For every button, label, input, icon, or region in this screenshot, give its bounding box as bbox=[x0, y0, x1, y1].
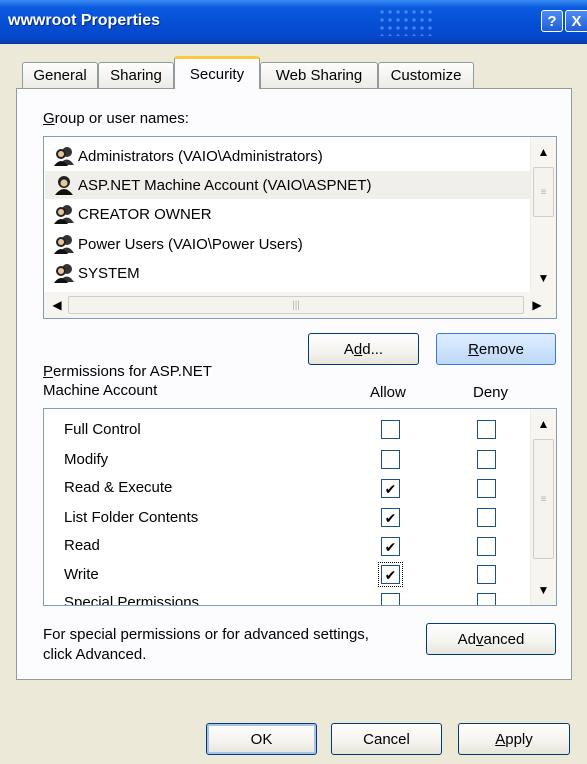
scroll-thumb[interactable]: ≡ bbox=[533, 439, 554, 559]
help-button[interactable]: ? bbox=[541, 10, 563, 32]
perm-label-read: Read bbox=[64, 537, 100, 554]
user-name: SYSTEM bbox=[78, 264, 140, 282]
check-icon: ✔ bbox=[384, 480, 397, 497]
check-icon: ✔ bbox=[384, 566, 397, 583]
permissions-vertical-scrollbar[interactable]: ▲ ≡ ▼ bbox=[530, 409, 556, 605]
user-row-creator-owner[interactable]: CREATOR OWNER bbox=[45, 200, 530, 228]
deny-checkbox-read[interactable] bbox=[477, 537, 496, 556]
advanced-note-line2: click Advanced. bbox=[43, 646, 147, 663]
allow-checkbox-modify[interactable] bbox=[381, 450, 400, 469]
users-horizontal-scrollbar[interactable]: ◀ ||| ▶ bbox=[44, 292, 556, 318]
group-icon bbox=[54, 235, 74, 254]
group-icon bbox=[54, 205, 74, 224]
add-button[interactable]: Ad d... bbox=[308, 333, 419, 365]
cancel-button[interactable]: Cancel bbox=[331, 723, 442, 755]
perm-label-write: Write bbox=[64, 566, 99, 583]
advanced-button[interactable]: Ad v anced bbox=[426, 623, 556, 655]
scroll-thumb[interactable]: ≡ bbox=[533, 167, 554, 217]
perm-label-special-permissions: Special Permissions bbox=[64, 594, 200, 605]
ok-button[interactable]: OK bbox=[206, 723, 317, 755]
allow-checkbox-read[interactable]: ✔ bbox=[381, 537, 400, 556]
deny-checkbox-full-control[interactable] bbox=[477, 420, 496, 439]
tab-label: Sharing bbox=[110, 67, 162, 84]
deny-checkbox-write[interactable] bbox=[477, 565, 496, 584]
allow-checkbox-list-folder-contents[interactable]: ✔ bbox=[381, 508, 400, 527]
deny-checkbox-modify[interactable] bbox=[477, 450, 496, 469]
permissions-rows: Full Control Modify Read & Execute ✔ Lis… bbox=[43, 391, 530, 605]
allow-checkbox-special-permissions[interactable] bbox=[381, 593, 400, 605]
check-icon: ✔ bbox=[384, 538, 397, 555]
group-icon bbox=[54, 264, 74, 283]
close-button[interactable]: X bbox=[565, 10, 587, 32]
group-icon bbox=[54, 147, 74, 166]
scroll-thumb[interactable]: ||| bbox=[68, 296, 524, 314]
user-name: CREATOR OWNER bbox=[78, 205, 212, 223]
tab-label: Web Sharing bbox=[275, 67, 363, 84]
allow-checkbox-write[interactable]: ✔ bbox=[378, 562, 403, 587]
scroll-down-icon[interactable]: ▼ bbox=[531, 581, 556, 599]
tab-general[interactable]: General bbox=[22, 62, 98, 88]
scroll-up-icon[interactable]: ▲ bbox=[531, 415, 556, 433]
users-vertical-scrollbar[interactable]: ▲ ≡ ▼ bbox=[530, 137, 556, 296]
allow-checkbox-full-control[interactable] bbox=[381, 420, 400, 439]
perm-label-modify: Modify bbox=[64, 451, 109, 468]
scroll-left-icon[interactable]: ◀ bbox=[48, 296, 66, 314]
perm-label-read-execute: Read & Execute bbox=[64, 479, 173, 496]
deny-checkbox-read-execute[interactable] bbox=[477, 479, 496, 498]
user-row-system[interactable]: SYSTEM bbox=[45, 259, 530, 287]
user-name: ASP.NET Machine Account (VAIO\ASPNET) bbox=[78, 176, 372, 194]
tab-label: Security bbox=[189, 65, 245, 83]
deny-checkbox-special-permissions[interactable] bbox=[477, 593, 496, 605]
user-row-aspnet[interactable]: ASP.NET Machine Account (VAIO\ASPNET) bbox=[45, 171, 530, 199]
scroll-up-icon[interactable]: ▲ bbox=[531, 143, 556, 161]
user-name: Power Users (VAIO\Power Users) bbox=[78, 235, 303, 253]
tab-label: General bbox=[33, 67, 87, 84]
scroll-right-icon[interactable]: ▶ bbox=[528, 296, 546, 314]
scroll-down-icon[interactable]: ▼ bbox=[531, 269, 556, 287]
user-row-power-users[interactable]: Power Users (VAIO\Power Users) bbox=[45, 230, 530, 258]
close-icon: X bbox=[571, 12, 582, 30]
check-icon: ✔ bbox=[384, 509, 397, 526]
window-title: wwwroot Properties bbox=[8, 12, 161, 29]
users-listbox[interactable]: Administrators (VAIO\Administrators) ASP… bbox=[43, 136, 557, 319]
allow-checkbox-read-execute[interactable]: ✔ bbox=[381, 479, 400, 498]
tab-sharing[interactable]: Sharing bbox=[98, 62, 174, 88]
help-icon: ? bbox=[547, 12, 557, 30]
users-list-label: Group or user names: bbox=[43, 110, 189, 127]
user-icon bbox=[55, 176, 73, 195]
permissions-title: Permissions for ASP.NET bbox=[43, 363, 212, 380]
tab-customize[interactable]: Customize bbox=[378, 62, 474, 88]
user-row-administrators[interactable]: Administrators (VAIO\Administrators) bbox=[45, 142, 530, 170]
perm-label-full-control: Full Control bbox=[64, 421, 141, 438]
advanced-note-line1: For special permissions or for advanced … bbox=[43, 626, 369, 643]
remove-button[interactable]: Remove bbox=[436, 333, 556, 365]
perm-label-list-folder-contents: List Folder Contents bbox=[64, 509, 199, 526]
user-name: Administrators (VAIO\Administrators) bbox=[78, 147, 323, 165]
title-bar[interactable]: wwwroot Properties ? X bbox=[0, 0, 587, 44]
tab-security[interactable]: Security bbox=[174, 56, 260, 89]
titlebar-decoration bbox=[378, 8, 434, 36]
deny-checkbox-list-folder-contents[interactable] bbox=[477, 508, 496, 527]
apply-button[interactable]: Apply bbox=[458, 723, 570, 755]
tab-web-sharing[interactable]: Web Sharing bbox=[260, 62, 378, 88]
tab-label: Customize bbox=[390, 67, 462, 84]
